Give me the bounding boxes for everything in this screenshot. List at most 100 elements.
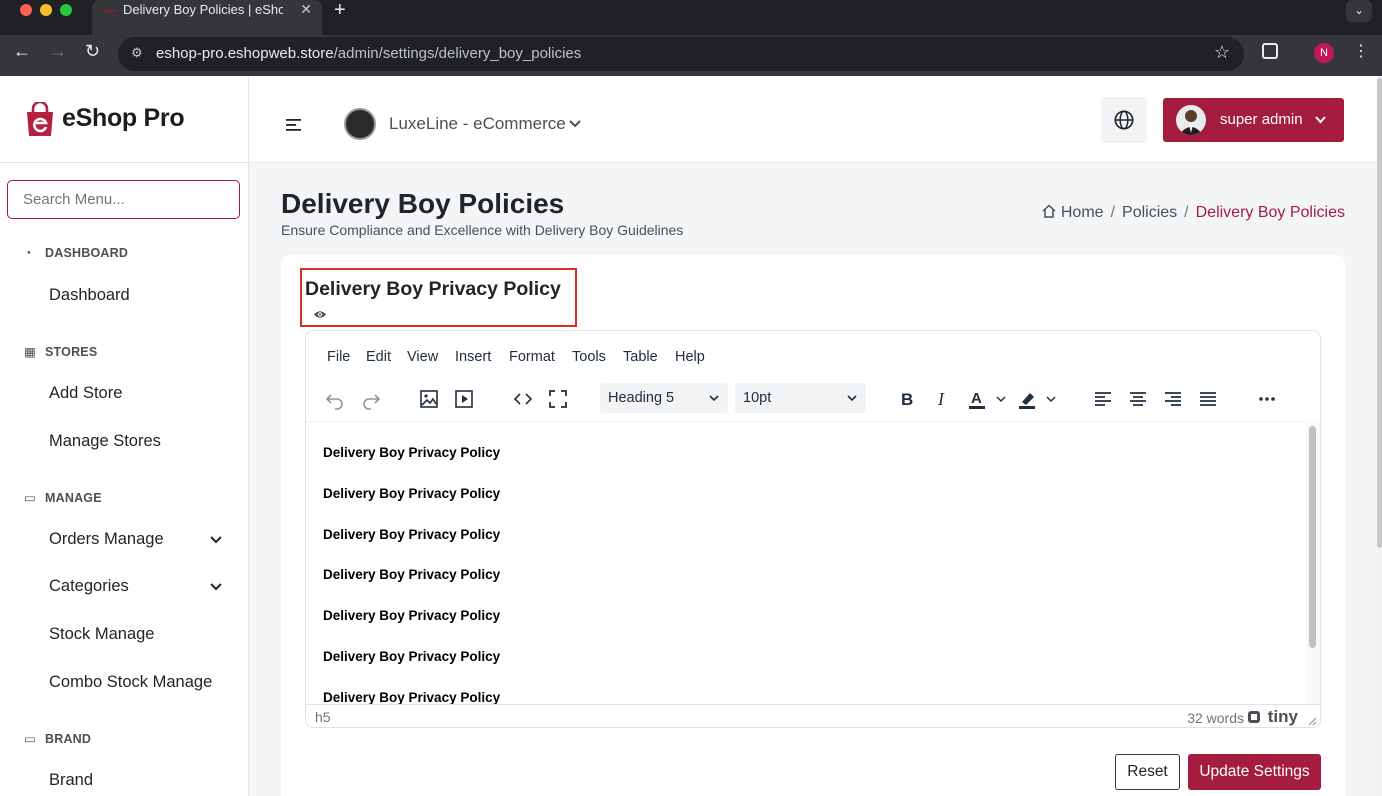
chevron-down-icon[interactable] — [1044, 388, 1058, 410]
chevron-down-icon[interactable] — [208, 578, 224, 594]
browser-tab[interactable]: Delivery Boy Policies | eShop ✕ — [92, 0, 322, 35]
align-justify-icon[interactable] — [1197, 388, 1219, 410]
svg-text:A: A — [971, 390, 982, 407]
sidebar-item-dashboard[interactable]: Dashboard — [49, 286, 130, 305]
redo-icon[interactable] — [360, 388, 382, 410]
minimize-window-dot[interactable] — [40, 4, 52, 16]
insert-media-icon[interactable] — [453, 388, 475, 410]
highlight-color-icon[interactable] — [1017, 388, 1039, 410]
sidebar-item-combo-stock-manage[interactable]: Combo Stock Manage — [49, 673, 212, 692]
word-count[interactable]: 32 words — [1187, 710, 1244, 726]
block-format-select[interactable]: Heading 5 — [600, 383, 728, 413]
policy-title: Delivery Boy Privacy Policy — [305, 278, 561, 300]
font-size-value: 10pt — [743, 390, 772, 406]
menu-view[interactable]: View — [407, 349, 438, 365]
chevron-down-icon[interactable] — [208, 531, 224, 547]
tab-favicon-icon — [102, 10, 116, 12]
browser-menu-icon[interactable]: ⋮ — [1353, 41, 1369, 61]
section-manage: ▭ MANAGE — [24, 491, 102, 505]
shopping-bag-logo-icon — [27, 102, 53, 136]
sidebar-item-categories[interactable]: Categories — [49, 577, 129, 596]
profile-avatar[interactable]: N — [1314, 43, 1334, 63]
chevron-down-icon[interactable] — [568, 116, 582, 130]
bold-icon[interactable]: B — [896, 388, 918, 410]
element-path[interactable]: h5 — [315, 709, 331, 725]
brand-name: eShop Pro — [62, 104, 185, 132]
address-bar: ← → ↻ ⚙ eshop-pro.eshopweb.store/admin/s… — [0, 35, 1382, 76]
url-field[interactable]: ⚙ eshop-pro.eshopweb.store/admin/setting… — [118, 37, 1244, 71]
editor-content[interactable]: Delivery Boy Privacy Policy Delivery Boy… — [306, 421, 1306, 704]
font-size-select[interactable]: 10pt — [735, 383, 866, 413]
chevron-down-icon[interactable] — [994, 388, 1008, 410]
tab-search-icon[interactable]: ⌄ — [1346, 0, 1372, 22]
menu-tools[interactable]: Tools — [572, 349, 606, 365]
tiny-branding[interactable]: tiny — [1268, 707, 1298, 727]
user-name: super admin — [1220, 111, 1303, 128]
italic-icon[interactable]: I — [931, 388, 953, 410]
page-title: Delivery Boy Policies — [281, 188, 565, 219]
chevron-down-icon — [709, 395, 719, 402]
chevron-down-icon — [847, 395, 857, 402]
menu-edit[interactable]: Edit — [366, 349, 391, 365]
store-selector-label[interactable]: LuxeLine - eCommerce — [389, 114, 566, 134]
align-center-icon[interactable] — [1127, 388, 1149, 410]
browser-tab-bar: Delivery Boy Policies | eShop ✕ + ⌄ — [0, 0, 1382, 35]
text-color-icon[interactable]: A — [967, 388, 989, 410]
more-options-icon[interactable] — [1256, 388, 1278, 410]
resize-grip-icon[interactable] — [1307, 716, 1317, 726]
reload-icon[interactable]: ↻ — [85, 41, 100, 62]
user-avatar — [1176, 105, 1206, 135]
eye-icon[interactable] — [313, 309, 327, 320]
svg-text:B: B — [901, 390, 913, 409]
content-heading: Delivery Boy Privacy Policy — [323, 486, 501, 501]
content-heading: Delivery Boy Privacy Policy — [323, 608, 501, 623]
laptop-icon: ▭ — [24, 732, 37, 746]
page-scrollbar-thumb[interactable] — [1377, 78, 1382, 548]
breadcrumb-policies[interactable]: Policies — [1122, 204, 1177, 221]
reset-button[interactable]: Reset — [1115, 754, 1180, 790]
menu-help[interactable]: Help — [675, 349, 705, 365]
menu-format[interactable]: Format — [509, 349, 555, 365]
content-heading: Delivery Boy Privacy Policy — [323, 690, 501, 704]
search-menu-input[interactable] — [7, 180, 240, 219]
back-icon[interactable]: ← — [13, 41, 31, 62]
page-scrollbar[interactable] — [1377, 76, 1382, 796]
menu-file[interactable]: File — [327, 349, 350, 365]
update-settings-button[interactable]: Update Settings — [1188, 754, 1321, 790]
align-right-icon[interactable] — [1162, 388, 1184, 410]
brand-logo[interactable]: eShop Pro — [0, 76, 248, 163]
insert-image-icon[interactable] — [418, 388, 440, 410]
tab-title: Delivery Boy Policies | eShop — [123, 2, 283, 17]
forward-icon[interactable]: → — [49, 41, 67, 62]
editor-statusbar: h5 32 words tiny — [306, 704, 1320, 727]
bookmark-star-icon[interactable]: ☆ — [1214, 42, 1230, 63]
sidebar-item-stock-manage[interactable]: Stock Manage — [49, 625, 154, 644]
content-heading: Delivery Boy Privacy Policy — [323, 567, 501, 582]
menu-insert[interactable]: Insert — [455, 349, 491, 365]
top-header: LuxeLine - eCommerce super admin — [249, 76, 1382, 163]
sidebar-item-manage-stores[interactable]: Manage Stores — [49, 432, 161, 451]
extensions-icon[interactable] — [1262, 43, 1278, 59]
site-settings-icon[interactable]: ⚙ — [131, 45, 143, 61]
menu-toggle-icon[interactable] — [286, 119, 301, 131]
align-left-icon[interactable] — [1092, 388, 1114, 410]
new-tab-icon[interactable]: + — [334, 0, 346, 22]
scrollbar-thumb[interactable] — [1309, 426, 1316, 648]
close-tab-icon[interactable]: ✕ — [300, 1, 312, 18]
maximize-window-dot[interactable] — [60, 4, 72, 16]
sidebar-item-add-store[interactable]: Add Store — [49, 384, 122, 403]
page-subtitle: Ensure Compliance and Excellence with De… — [281, 222, 684, 238]
source-code-icon[interactable] — [512, 388, 534, 410]
sidebar-item-brand[interactable]: Brand — [49, 771, 93, 790]
undo-icon[interactable] — [324, 388, 346, 410]
section-dashboard: ◔ DASHBOARD — [24, 246, 129, 260]
language-button[interactable] — [1101, 97, 1147, 143]
store-logo-avatar[interactable] — [344, 108, 376, 140]
close-window-dot[interactable] — [20, 4, 32, 16]
editor-scrollbar[interactable] — [1306, 421, 1320, 704]
breadcrumb-home[interactable]: Home — [1061, 204, 1104, 221]
user-menu-button[interactable]: super admin — [1163, 98, 1344, 142]
menu-table[interactable]: Table — [623, 349, 658, 365]
sidebar-item-orders-manage[interactable]: Orders Manage — [49, 530, 164, 549]
fullscreen-icon[interactable] — [547, 388, 569, 410]
